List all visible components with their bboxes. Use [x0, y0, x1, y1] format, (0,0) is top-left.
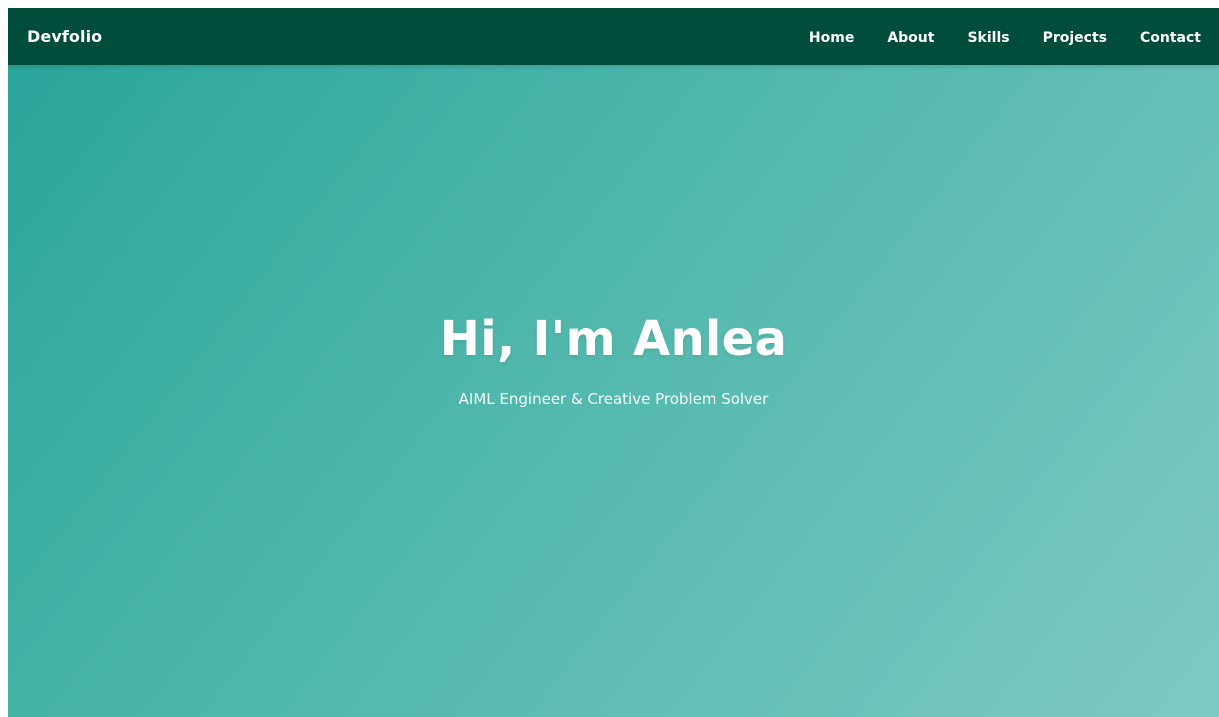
nav-link-about[interactable]: About: [887, 30, 934, 46]
nav-links: Home About Skills Projects Contact: [809, 27, 1201, 46]
nav-item-contact: Contact: [1140, 27, 1201, 46]
brand-logo-link[interactable]: Devfolio: [27, 27, 102, 46]
navbar: Devfolio Home About Skills Projects Cont…: [8, 8, 1219, 65]
hero-section: Hi, I'm Anlea AIML Engineer & Creative P…: [8, 65, 1219, 717]
nav-item-about: About: [887, 27, 934, 46]
nav-item-projects: Projects: [1043, 27, 1107, 46]
nav-link-contact[interactable]: Contact: [1140, 30, 1201, 46]
nav-item-skills: Skills: [967, 27, 1009, 46]
nav-link-home[interactable]: Home: [809, 30, 854, 46]
page-frame: Devfolio Home About Skills Projects Cont…: [8, 8, 1219, 717]
hero-subtitle: AIML Engineer & Creative Problem Solver: [458, 390, 769, 408]
hero-title: Hi, I'm Anlea: [439, 311, 788, 367]
nav-item-home: Home: [809, 27, 854, 46]
nav-link-skills[interactable]: Skills: [967, 30, 1009, 46]
nav-link-projects[interactable]: Projects: [1043, 30, 1107, 46]
